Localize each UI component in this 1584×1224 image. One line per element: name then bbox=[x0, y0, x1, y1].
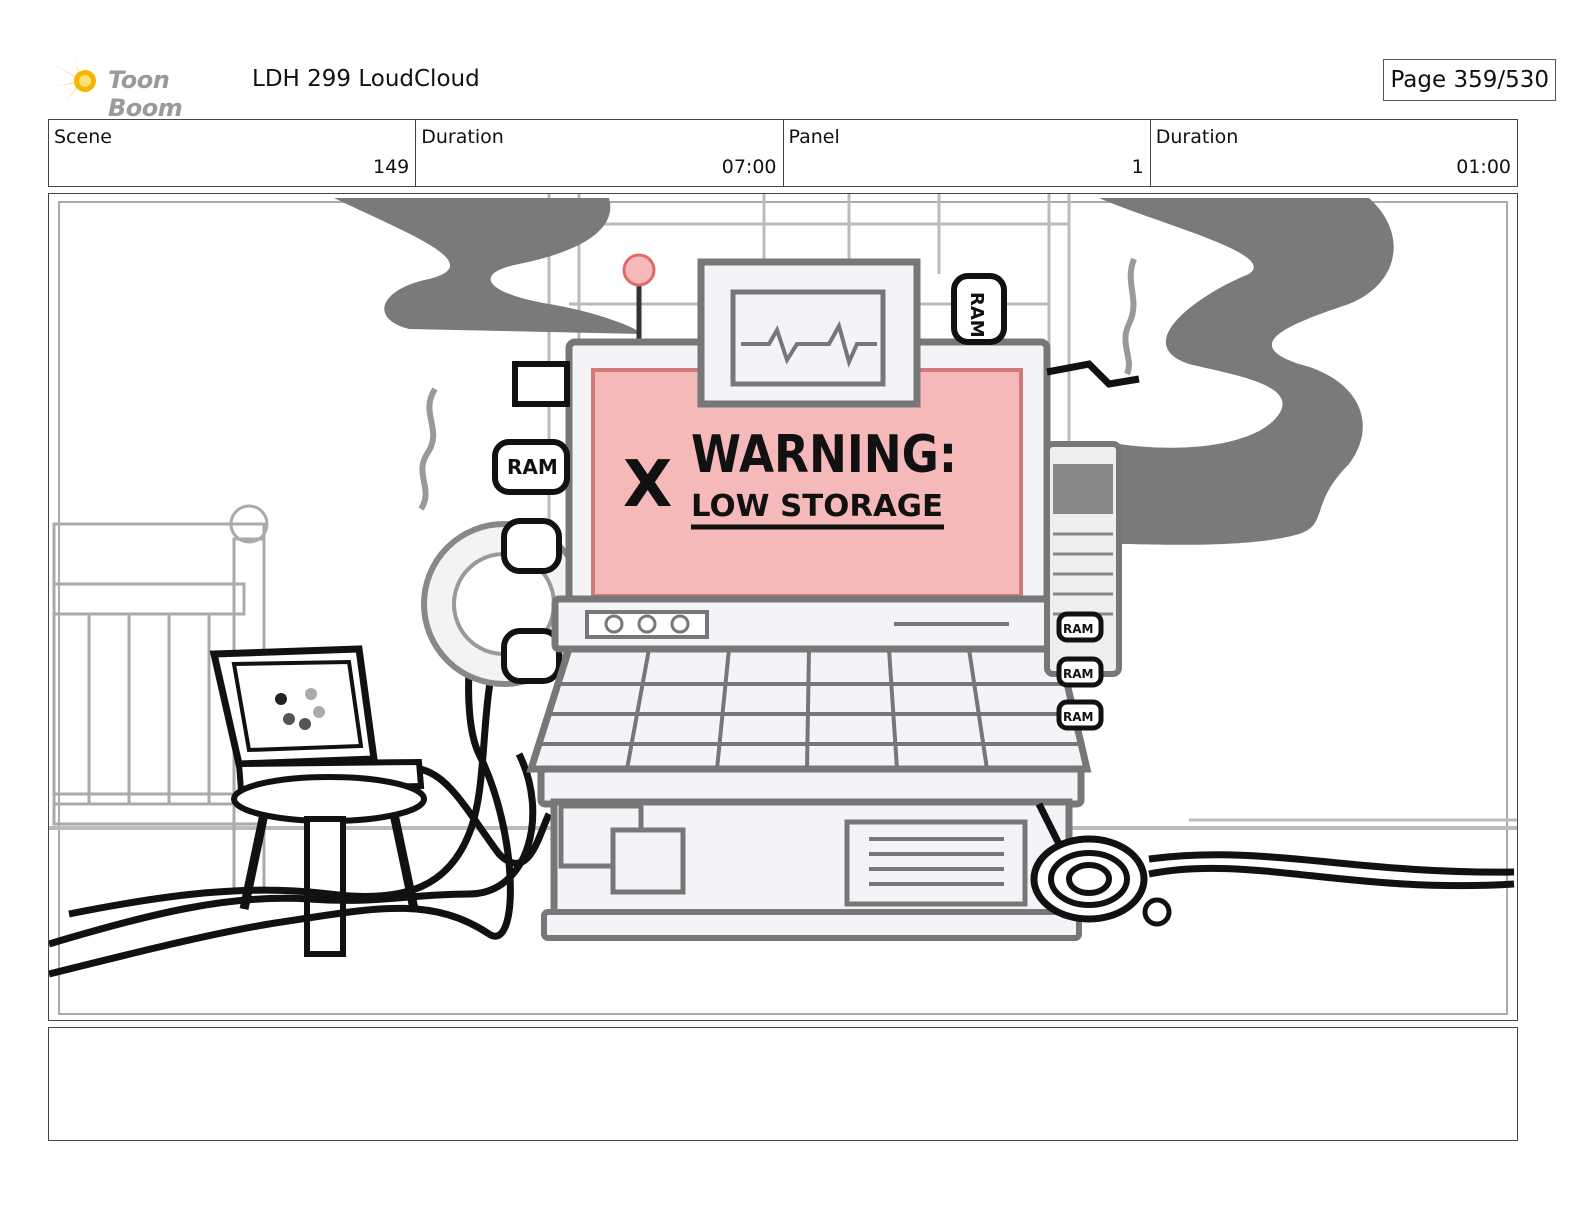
panel-duration-label: Duration bbox=[1155, 126, 1239, 148]
scene-value: 149 bbox=[372, 156, 410, 178]
ram-label-right-2: RAM bbox=[1063, 667, 1093, 681]
panel-notes bbox=[48, 1027, 1518, 1141]
panel-label: Panel bbox=[788, 126, 840, 148]
smoke-right bbox=[1099, 198, 1394, 545]
project-title: LDH 299 LoudCloud bbox=[252, 66, 480, 92]
storyboard-panel: RAM RAM RAM RAM RAM X WARNING: LOW STORA… bbox=[48, 193, 1518, 1021]
page-indicator: Page 359/530 bbox=[1383, 59, 1556, 101]
panel-duration-cell: Duration 01:00 bbox=[1151, 120, 1517, 186]
computer-body bbox=[526, 258, 1092, 941]
broken-wire bbox=[1046, 360, 1140, 388]
warning-subtitle: LOW STORAGE bbox=[691, 489, 943, 524]
scene-duration-cell: Duration 07:00 bbox=[416, 120, 784, 186]
ram-stick-left-top bbox=[512, 361, 570, 407]
toon-boom-logo: Toon Boom bbox=[52, 56, 242, 122]
brand-name: Toon Boom bbox=[108, 66, 183, 122]
ram-label-left: RAM bbox=[507, 455, 558, 479]
warning-title: WARNING: bbox=[691, 425, 957, 485]
scene-duration-value: 07:00 bbox=[721, 156, 777, 178]
starburst-icon bbox=[54, 58, 96, 102]
smoke-wisp-left bbox=[418, 387, 438, 511]
scene-cell: Scene 149 bbox=[49, 120, 417, 186]
warning-x-mark: X bbox=[623, 448, 672, 522]
panel-duration-value: 01:00 bbox=[1456, 156, 1511, 178]
ram-label-right-3: RAM bbox=[1063, 710, 1093, 724]
panel-drawing: RAM RAM RAM RAM RAM X WARNING: LOW STORA… bbox=[49, 194, 1517, 1015]
panel-cell: Panel 1 bbox=[784, 120, 1151, 186]
antenna-light-icon bbox=[622, 253, 656, 287]
scene-label: Scene bbox=[54, 126, 112, 148]
scene-info-bar: Scene 149 Duration 07:00 Panel 1 Duratio… bbox=[48, 119, 1518, 187]
smoke-left bbox=[334, 198, 641, 334]
scene-duration-label: Duration bbox=[421, 126, 504, 148]
ram-label-right-1: RAM bbox=[1063, 622, 1093, 636]
storyboard-header: Toon Boom LDH 299 LoudCloud Page 359/530 bbox=[48, 52, 1556, 122]
smoke-wisp-right bbox=[1122, 257, 1137, 376]
panel-value: 1 bbox=[1131, 156, 1144, 178]
ram-label-top: RAM bbox=[966, 292, 987, 338]
